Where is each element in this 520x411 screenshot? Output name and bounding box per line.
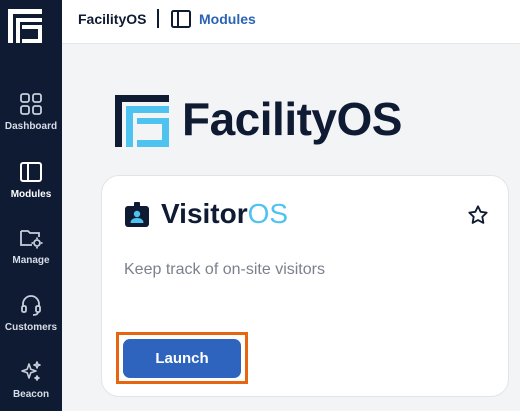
sidebar-item-customers[interactable]: Customers [0,293,62,333]
sidebar-item-manage[interactable]: Manage [0,226,62,266]
sidebar-item-label: Modules [10,189,52,200]
module-description: Keep track of on-site visitors [124,261,325,278]
sidebar-item-label: Manage [12,255,50,266]
grid-icon [20,93,42,115]
star-icon[interactable] [467,204,489,226]
breadcrumb: FacilityOS Modules [62,0,520,44]
sidebar-item-label: Dashboard [4,121,58,132]
breadcrumb-current: Modules [199,11,256,27]
sidebar-item-beacon[interactable]: Beacon [0,360,62,400]
sidebar-item-dashboard[interactable]: Dashboard [0,92,62,132]
module-title: VisitorOS [161,198,288,230]
sparkles-icon [21,361,41,381]
sidebar-item-label: Beacon [12,389,50,400]
brand-name: FacilityOS [182,93,402,145]
sidebar-item-label: Customers [4,322,58,333]
facilityos-brand-logo-icon [115,95,169,147]
headset-icon [21,295,41,316]
folder-gear-icon [20,230,43,249]
module-title-accent: OS [247,198,289,229]
module-title-main: Visitor [161,198,248,229]
sidebar-item-modules[interactable]: Modules [0,160,62,200]
sidebar: Dashboard Modules Manage Customers Beaco… [0,0,62,411]
panel-icon [171,10,191,28]
launch-button[interactable]: Launch [123,339,241,378]
badge-icon [125,202,149,227]
breadcrumb-root-link[interactable]: FacilityOS [78,11,146,27]
breadcrumb-separator [157,9,159,28]
facilityos-logo-icon[interactable] [8,9,42,43]
panel-icon [20,162,42,182]
